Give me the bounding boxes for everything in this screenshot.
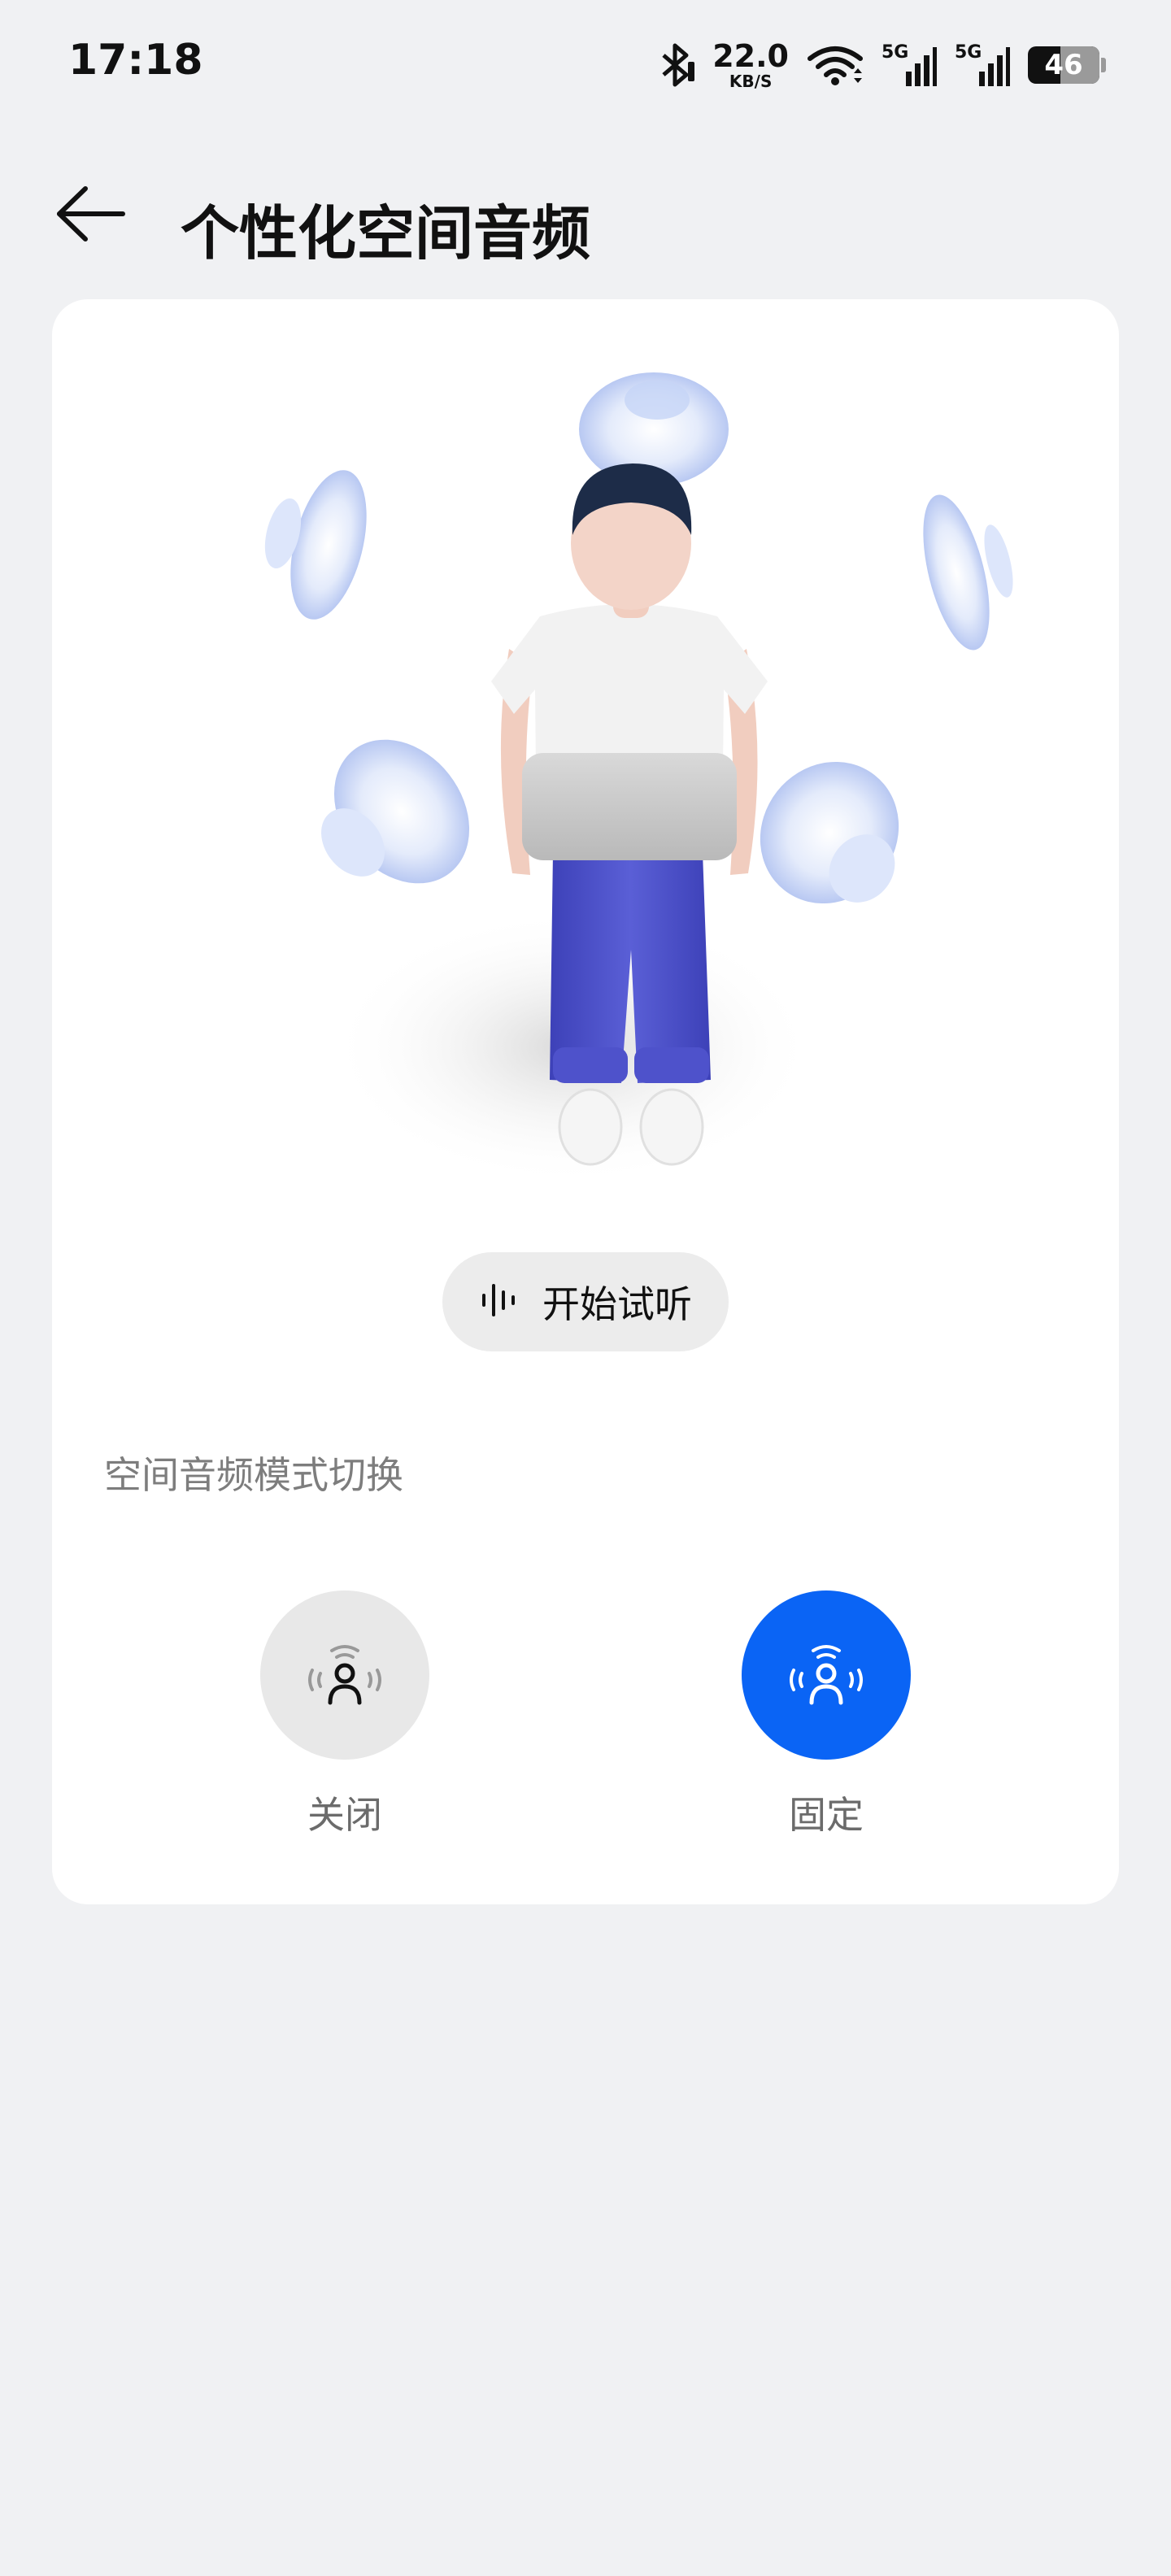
battery-tip xyxy=(1101,58,1106,72)
mode-off-button[interactable] xyxy=(260,1590,429,1760)
battery-icon: 46 xyxy=(1028,46,1106,84)
wifi-icon xyxy=(807,44,864,86)
spatial-audio-card: 开始试听 空间音频模式切换 关闭 固定 xyxy=(52,299,1119,1904)
person-sound-icon xyxy=(304,1639,385,1711)
person-sound-icon xyxy=(786,1639,867,1711)
sound-disc-left-lower xyxy=(321,739,470,884)
status-icons: 22.0 KB/S 5G 5G 46 xyxy=(659,39,1106,91)
mode-fixed-button[interactable] xyxy=(742,1590,911,1760)
battery-level: 46 xyxy=(1044,49,1083,81)
back-button[interactable] xyxy=(50,181,132,250)
mode-fixed-label: 固定 xyxy=(789,1793,864,1837)
signal-icon-sim1: 5G xyxy=(882,42,937,88)
mode-off-option[interactable]: 关闭 xyxy=(247,1590,442,1839)
mode-fixed-option[interactable]: 固定 xyxy=(729,1590,924,1839)
mode-switch-heading: 空间音频模式切换 xyxy=(104,1453,403,1497)
page-title: 个性化空间音频 xyxy=(181,199,591,268)
start-listening-label: 开始试听 xyxy=(542,1282,692,1326)
sound-disc-right-upper xyxy=(923,494,1013,651)
status-time: 17:18 xyxy=(68,36,203,85)
battery-body: 46 xyxy=(1028,46,1099,84)
signal-icon-sim2: 5G xyxy=(955,42,1010,88)
start-listening-button[interactable]: 开始试听 xyxy=(442,1252,729,1351)
status-bar: 17:18 22.0 KB/S 5G 5G 46 xyxy=(0,0,1171,130)
mode-off-label: 关闭 xyxy=(307,1793,382,1837)
arrow-left-icon xyxy=(54,185,128,246)
spatial-audio-illustration xyxy=(215,332,1028,1210)
sound-disc-right-lower xyxy=(760,761,899,904)
network-speed-value: 22.0 xyxy=(712,38,789,74)
bluetooth-icon xyxy=(659,42,695,88)
sound-disc-left-upper xyxy=(264,470,367,620)
network-speed: 22.0 KB/S xyxy=(712,41,789,89)
page-header: 个性化空间音频 xyxy=(0,163,1171,268)
waveform-icon xyxy=(479,1279,521,1325)
network-speed-unit: KB/S xyxy=(729,72,773,91)
